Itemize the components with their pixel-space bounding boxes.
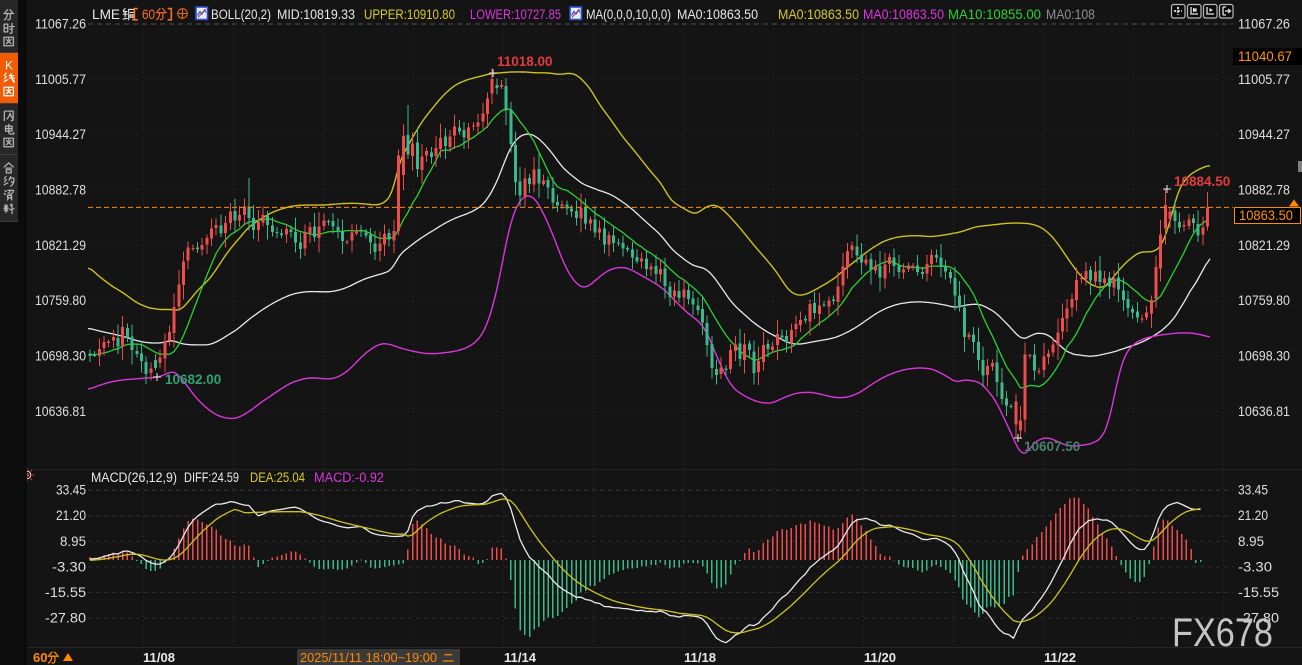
svg-text:K: K (5, 58, 13, 72)
svg-text:11067.26: 11067.26 (35, 17, 86, 32)
svg-text:10884.50: 10884.50 (1174, 174, 1230, 189)
svg-text:10682.00: 10682.00 (165, 372, 221, 387)
svg-text:10944.27: 10944.27 (1238, 127, 1290, 142)
svg-text:10636.81: 10636.81 (35, 404, 86, 419)
svg-text:60: 60 (33, 650, 47, 665)
svg-text:10821.29: 10821.29 (35, 238, 86, 253)
svg-text:-27.80: -27.80 (45, 611, 86, 626)
svg-text:MACD:-0.92: MACD:-0.92 (314, 470, 384, 485)
svg-text:-3.30: -3.30 (52, 559, 86, 574)
svg-text:MACD(26,12,9): MACD(26,12,9) (91, 470, 177, 485)
svg-text:10821.29: 10821.29 (1238, 238, 1290, 253)
svg-text:33.45: 33.45 (56, 483, 86, 498)
svg-text:FX678: FX678 (1172, 611, 1273, 655)
svg-text:8.95: 8.95 (1238, 534, 1264, 549)
svg-text:2025/11/11 18:00~19:00: 2025/11/11 18:00~19:00 (300, 650, 437, 665)
svg-text:MA0:10863.50: MA0:10863.50 (778, 7, 859, 22)
svg-text:LME: LME (92, 7, 120, 22)
svg-text:-15.55: -15.55 (45, 585, 86, 600)
svg-text:10882.78: 10882.78 (35, 183, 86, 198)
svg-text:UPPER:10910.80: UPPER:10910.80 (364, 7, 455, 22)
svg-text:BOLL(20,2): BOLL(20,2) (211, 7, 271, 22)
svg-text:MA0:108: MA0:108 (1046, 7, 1095, 22)
svg-text:60: 60 (142, 7, 155, 22)
svg-text:11/08: 11/08 (143, 650, 175, 665)
svg-text:11067.26: 11067.26 (1238, 17, 1290, 32)
svg-text:33.45: 33.45 (1238, 483, 1268, 498)
svg-text:DIFF:24.59: DIFF:24.59 (184, 470, 239, 485)
svg-text:11/22: 11/22 (1044, 650, 1076, 665)
svg-text:LOWER:10727.85: LOWER:10727.85 (470, 7, 561, 22)
svg-text:10607.50: 10607.50 (1024, 439, 1080, 454)
svg-text:11040.67: 11040.67 (1238, 49, 1292, 64)
svg-text:10863.50: 10863.50 (1239, 208, 1293, 223)
svg-text:DEA:25.04: DEA:25.04 (250, 470, 305, 485)
svg-text:11005.77: 11005.77 (1238, 72, 1290, 87)
svg-text:10698.30: 10698.30 (35, 349, 86, 364)
svg-text:-3.30: -3.30 (1238, 559, 1272, 574)
svg-text:8.95: 8.95 (60, 534, 86, 549)
svg-text:10759.80: 10759.80 (35, 293, 86, 308)
svg-text:11/18: 11/18 (684, 650, 716, 665)
svg-text:10759.80: 10759.80 (1238, 293, 1290, 308)
svg-text:MA0:10863.50: MA0:10863.50 (677, 7, 758, 22)
svg-text:21.20: 21.20 (56, 508, 86, 523)
svg-text:21.20: 21.20 (1238, 508, 1268, 523)
svg-text:-15.55: -15.55 (1238, 585, 1279, 600)
svg-text:10944.27: 10944.27 (35, 127, 86, 142)
svg-text:MA(0,0,0,10,0,0): MA(0,0,0,10,0,0) (586, 7, 671, 22)
svg-text:10636.81: 10636.81 (1238, 404, 1290, 419)
svg-text:10698.30: 10698.30 (1238, 349, 1290, 364)
svg-text:MA0:10863.50: MA0:10863.50 (863, 7, 944, 22)
svg-text:11018.00: 11018.00 (497, 54, 553, 69)
svg-text:MA10:10855.00: MA10:10855.00 (948, 7, 1041, 22)
svg-text:11/20: 11/20 (864, 650, 896, 665)
svg-text:10882.78: 10882.78 (1238, 183, 1290, 198)
svg-text:11/14: 11/14 (504, 650, 537, 665)
svg-text:MID:10819.33: MID:10819.33 (277, 7, 355, 22)
svg-text:11005.77: 11005.77 (35, 72, 86, 87)
